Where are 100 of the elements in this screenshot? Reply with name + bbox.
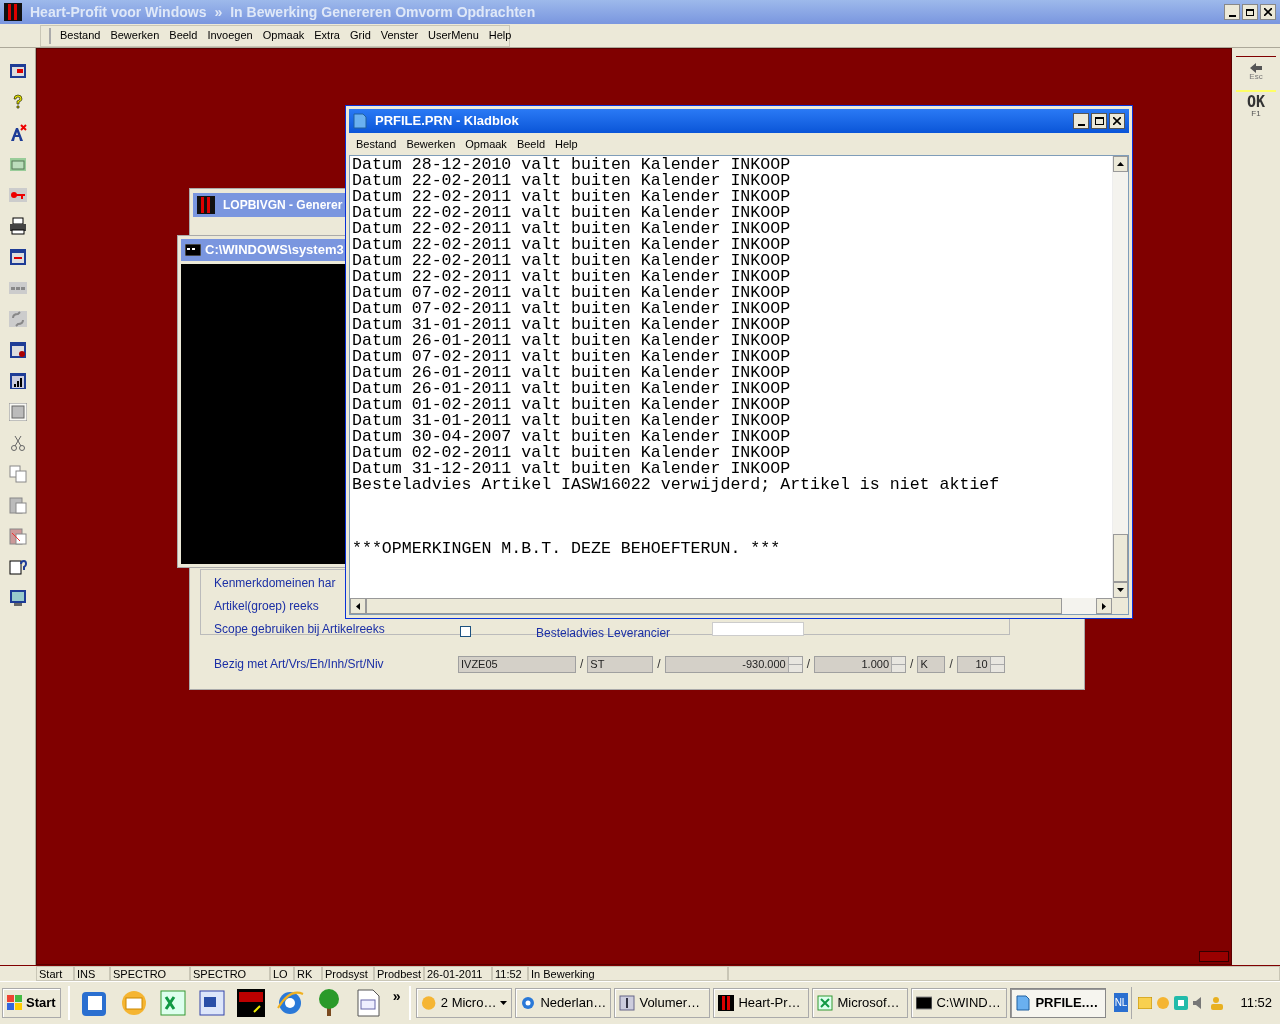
notepad-icon xyxy=(1015,994,1032,1011)
scroll-up-button[interactable] xyxy=(1113,156,1128,172)
menu-item[interactable]: Help xyxy=(483,27,517,44)
text-line: Datum 31-12-2011 valt buiten Kalender INKOOP xyxy=(352,461,791,477)
separator-text: / xyxy=(657,656,661,673)
menu-item[interactable]: Opmaak xyxy=(257,27,310,44)
menu-item[interactable]: Extra xyxy=(309,27,345,44)
input-field[interactable]: K xyxy=(917,655,946,673)
vertical-scrollbar[interactable] xyxy=(1112,156,1128,598)
input-field[interactable]: ST xyxy=(587,655,654,673)
status-cell: Start xyxy=(36,966,74,981)
shortcut-label: F1 xyxy=(1251,109,1261,118)
menu-item[interactable]: UserMenu xyxy=(423,27,484,44)
sync-icon[interactable] xyxy=(1174,995,1189,1010)
input-field[interactable] xyxy=(712,622,804,636)
close-icon xyxy=(1113,117,1121,125)
folder-icon[interactable] xyxy=(8,155,27,173)
size-grip[interactable] xyxy=(1112,598,1128,614)
word-document-icon[interactable] xyxy=(196,987,227,1018)
key-icon[interactable] xyxy=(8,186,27,204)
separator-text: / xyxy=(806,656,811,673)
menu-item[interactable]: Help xyxy=(550,135,583,153)
taskbar-button[interactable]: C:\WIND… xyxy=(911,987,1008,1018)
checkbox[interactable] xyxy=(460,626,471,637)
close-button[interactable] xyxy=(1109,113,1125,129)
spin-field[interactable]: 10 xyxy=(956,655,1005,673)
window-icon[interactable] xyxy=(8,62,27,80)
scroll-down-button[interactable] xyxy=(1113,582,1128,598)
font-delete-icon[interactable] xyxy=(8,124,27,142)
spin-field[interactable]: 1.000 xyxy=(814,655,907,673)
spreadsheet-icon[interactable] xyxy=(157,987,188,1018)
menu-item[interactable]: Beeld xyxy=(511,135,550,153)
paste-icon[interactable] xyxy=(8,527,27,545)
print-icon[interactable] xyxy=(8,217,27,235)
notepad-icon xyxy=(353,113,367,129)
ok-button[interactable]: OK F1 xyxy=(1236,90,1276,120)
menu-item[interactable]: Invoegen xyxy=(202,27,258,44)
app-icon xyxy=(197,196,215,214)
form-lock-icon[interactable] xyxy=(8,341,27,359)
text-line: Datum 01-02-2011 valt buiten Kalender INKOOP xyxy=(352,397,792,413)
brand-logo-icon[interactable] xyxy=(235,987,266,1018)
taskbar-button[interactable]: PRFILE.… xyxy=(1010,987,1107,1018)
status-cell: In Bewerking xyxy=(528,966,728,981)
taskbar-button[interactable]: Nederlan… xyxy=(515,987,612,1018)
minimize-button[interactable] xyxy=(1224,4,1240,20)
scissors-icon[interactable] xyxy=(8,434,27,452)
text-line: Datum 26-01-2011 valt buiten Kalender INKOOP xyxy=(352,365,792,381)
status-cell: Prodbest xyxy=(374,966,424,981)
start-button[interactable]: Start xyxy=(2,987,61,1018)
panel-icon[interactable] xyxy=(8,403,27,421)
spin-field[interactable]: -930.000 xyxy=(664,655,803,673)
menu-item[interactable]: Opmaak xyxy=(460,135,512,153)
scroll-right-button[interactable] xyxy=(1096,598,1112,614)
spreadsheet-icon xyxy=(817,994,834,1011)
minimize-button[interactable] xyxy=(1073,113,1089,129)
close-button[interactable] xyxy=(1260,4,1276,20)
clock-time: 11:52 xyxy=(1240,993,1272,1012)
menu-item[interactable]: Bestand xyxy=(351,135,402,153)
text-line: Datum 26-01-2011 valt buiten Kalender INKOOP xyxy=(352,333,792,349)
menu-item[interactable]: Bewerken xyxy=(401,135,461,153)
indicator-icon xyxy=(1199,951,1229,962)
language-indicator[interactable]: NL xyxy=(1113,993,1129,1012)
maximize-button[interactable] xyxy=(1091,113,1107,129)
spin-arrows-icon[interactable] xyxy=(989,656,1004,672)
chart-icon[interactable] xyxy=(8,372,27,390)
more-button[interactable]: » xyxy=(392,986,401,1007)
scroll-thumb[interactable] xyxy=(1113,534,1128,582)
scroll-left-button[interactable] xyxy=(350,598,366,614)
menu-item[interactable]: Beeld xyxy=(164,27,203,44)
status-cell: 26-01-2011 xyxy=(424,966,492,981)
spin-arrows-icon[interactable] xyxy=(891,656,906,672)
screen-icon[interactable] xyxy=(8,589,27,607)
taskbar-button[interactable]: 2 Micro… xyxy=(416,987,513,1018)
field-label: Besteladvies Leverancier xyxy=(536,625,671,642)
menu-item[interactable]: Bewerken xyxy=(105,27,165,44)
clipboard-help-icon[interactable] xyxy=(8,558,27,576)
input-field[interactable]: IVZE05 xyxy=(458,655,576,673)
paste-icon[interactable] xyxy=(8,496,27,514)
status-cell: INS xyxy=(74,966,110,981)
status-cell: RK xyxy=(294,966,322,981)
form-icon[interactable] xyxy=(8,248,27,266)
menu-item[interactable]: Venster xyxy=(375,27,424,44)
menu-item[interactable]: Grid xyxy=(344,27,376,44)
copy-icon[interactable] xyxy=(8,465,27,483)
status-cell: LO xyxy=(270,966,294,981)
esc-button[interactable]: Esc xyxy=(1236,56,1276,86)
refresh-icon[interactable] xyxy=(8,310,27,328)
restore-button[interactable] xyxy=(1242,4,1258,20)
taskbar-button[interactable]: Microsof… xyxy=(812,987,909,1018)
text-line: Datum 26-01-2011 valt buiten Kalender INKOOP xyxy=(352,381,792,397)
spin-arrows-icon[interactable] xyxy=(787,656,802,672)
window-title: Heart-Profit voor Windows xyxy=(30,2,207,22)
taskbar-button[interactable]: Heart-Pr… xyxy=(713,987,810,1018)
app-icon xyxy=(4,3,22,21)
separator-text: / xyxy=(910,656,914,673)
taskbar-button[interactable]: Volumer… xyxy=(614,987,711,1018)
field-label: Scope gebruiken bij Artikelreeks xyxy=(214,621,385,637)
menu-item[interactable]: Bestand xyxy=(55,27,106,44)
dots-icon[interactable] xyxy=(8,279,27,297)
separator-text: / xyxy=(949,656,953,673)
